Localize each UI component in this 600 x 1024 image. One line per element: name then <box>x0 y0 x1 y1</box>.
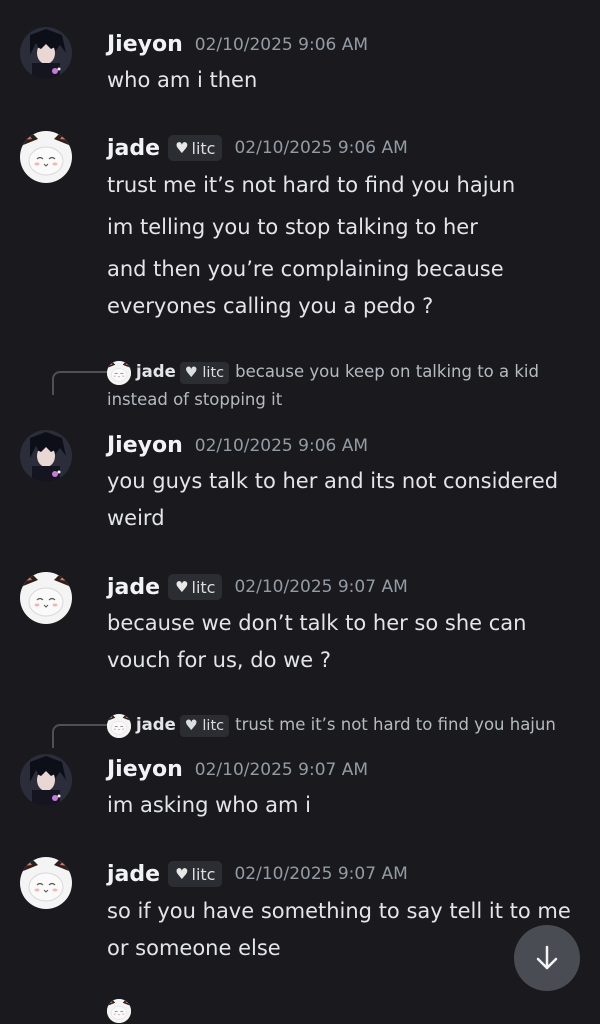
heart-icon: ♥ <box>175 578 189 596</box>
role-tag[interactable]: ♥ litc <box>168 135 223 161</box>
role-tag[interactable]: ♥ litc <box>168 861 223 887</box>
username[interactable]: jade <box>107 575 160 600</box>
avatar-jieyon[interactable] <box>20 27 72 79</box>
heart-icon: ♥ <box>175 139 189 157</box>
message-text: who am i then <box>107 68 258 92</box>
heart-icon: ♥ <box>184 717 203 734</box>
arrow-down-icon <box>536 945 558 970</box>
reply-connector <box>52 724 108 748</box>
message-text: you guys talk to her and its not conside… <box>107 469 559 530</box>
message-text: so if you have something to say tell it … <box>107 899 571 960</box>
username[interactable]: Jieyon <box>107 433 183 458</box>
mini-avatar-jade <box>107 360 131 385</box>
avatar-jieyon[interactable] <box>20 430 72 482</box>
timestamp: 02/10/2025 9:06 AM <box>234 138 408 158</box>
partial-next-reply <box>107 996 587 1024</box>
mini-avatar-jade <box>107 998 131 1023</box>
scroll-to-bottom-button[interactable] <box>514 925 580 991</box>
reply-preview[interactable]: jade ♥ litc because you keep on talking to… <box>107 358 587 414</box>
username[interactable]: jade <box>107 136 160 161</box>
reply-preview[interactable]: jade ♥ litc trust me it’s not hard to find… <box>107 711 587 739</box>
username[interactable]: Jieyon <box>107 32 183 57</box>
avatar-jade[interactable] <box>20 857 72 909</box>
mini-avatar-jade <box>107 713 131 738</box>
timestamp: 02/10/2025 9:07 AM <box>194 759 369 780</box>
reply-connector <box>52 371 108 395</box>
message-text: trust me it’s not hard to find you hajun… <box>107 173 516 318</box>
avatar-jade[interactable] <box>20 131 72 183</box>
timestamp: 02/10/2025 9:07 AM <box>234 864 408 884</box>
heart-icon: ♥ <box>184 364 203 381</box>
timestamp: 02/10/2025 9:07 AM <box>234 577 408 597</box>
timestamp: 02/10/2025 9:06 AM <box>194 435 369 456</box>
heart-icon: ♥ <box>175 865 189 883</box>
message-text: because we don’t talk to her so she can … <box>107 611 527 672</box>
avatar-jade[interactable] <box>20 572 72 624</box>
avatar-jieyon[interactable] <box>20 754 72 806</box>
username[interactable]: jade <box>107 862 160 887</box>
username[interactable]: Jieyon <box>107 757 183 782</box>
role-tag[interactable]: ♥ litc <box>168 574 223 600</box>
timestamp: 02/10/2025 9:06 AM <box>194 34 369 55</box>
message-text: im asking who am i <box>107 793 311 817</box>
